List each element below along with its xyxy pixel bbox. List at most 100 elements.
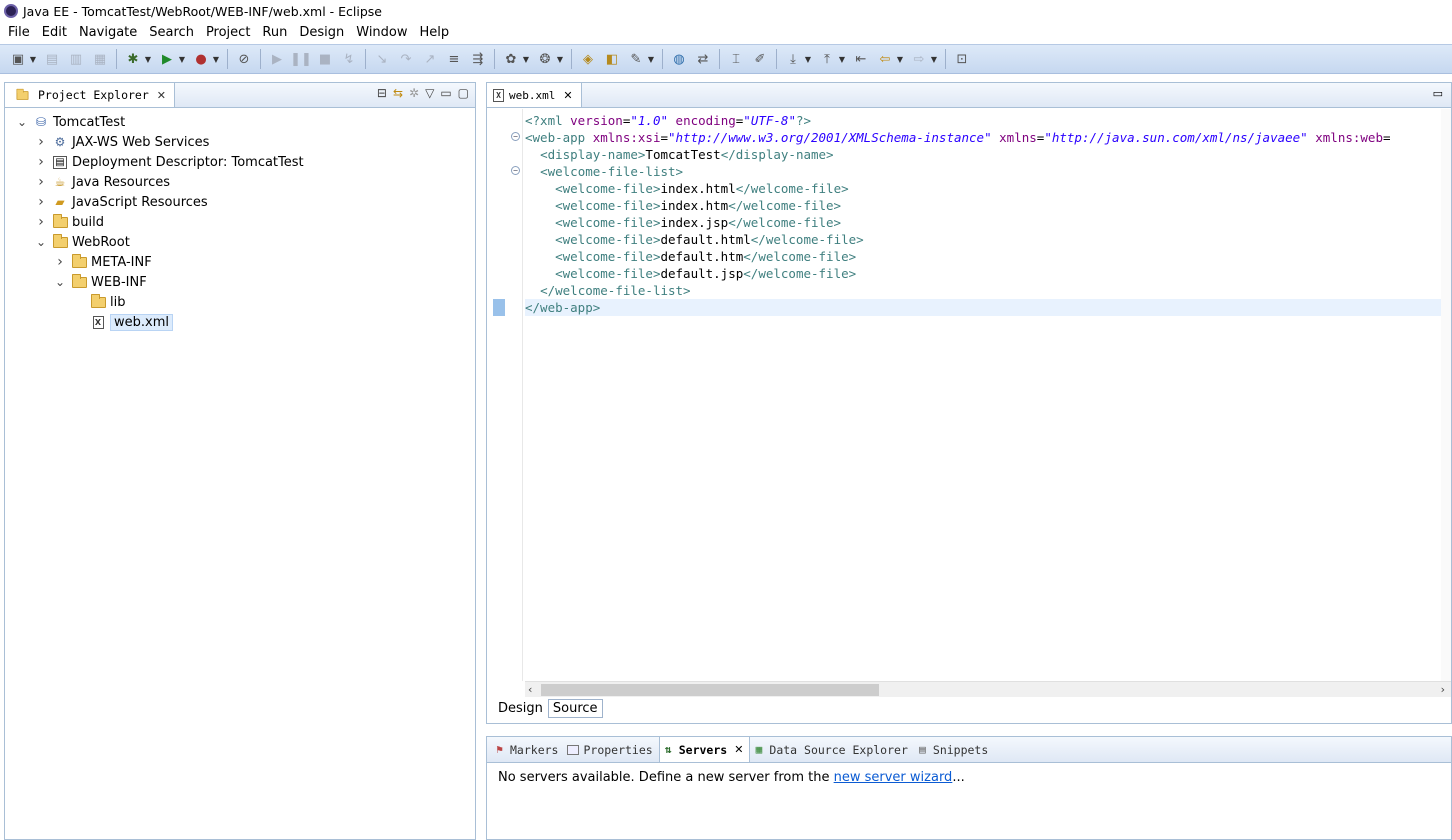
- open-folder-icon[interactable]: ◧: [602, 49, 622, 69]
- filter-icon[interactable]: ✲: [409, 86, 419, 100]
- tree-item[interactable]: lib: [5, 292, 475, 312]
- menu-edit[interactable]: Edit: [36, 25, 73, 40]
- tree-item[interactable]: › ☕ Java Resources: [5, 172, 475, 192]
- vertical-scrollbar[interactable]: [1441, 109, 1451, 681]
- tab-properties[interactable]: Properties: [564, 737, 658, 762]
- new-java-class-dropdown-icon[interactable]: ▼: [555, 49, 565, 69]
- collapse-arrow-icon[interactable]: ›: [34, 174, 48, 190]
- menu-run[interactable]: Run: [256, 25, 293, 40]
- tab-design[interactable]: Design: [493, 699, 548, 718]
- forward-icon[interactable]: ⇨: [909, 49, 929, 69]
- maximize-icon[interactable]: ▭: [1433, 87, 1443, 100]
- new-dropdown-icon[interactable]: ▼: [28, 49, 38, 69]
- close-icon[interactable]: ✕: [157, 89, 166, 102]
- last-edit-location-icon[interactable]: ⇤: [851, 49, 871, 69]
- menu-project[interactable]: Project: [200, 25, 256, 40]
- toggle-breadcrumb-icon[interactable]: ⌶: [726, 49, 746, 69]
- collapse-arrow-icon[interactable]: ›: [34, 154, 48, 170]
- resume-icon[interactable]: ▶: [267, 49, 287, 69]
- code-lines[interactable]: <?xml version="1.0" encoding="UTF-8"?> − <…: [493, 112, 1445, 316]
- disconnect-icon[interactable]: ↯: [339, 49, 359, 69]
- pin-editor-icon[interactable]: ⊡: [952, 49, 972, 69]
- collapse-arrow-icon[interactable]: ›: [34, 194, 48, 210]
- back-dropdown-icon[interactable]: ▼: [895, 49, 905, 69]
- fold-toggle-icon[interactable]: −: [511, 132, 520, 141]
- minimize-icon[interactable]: ▭: [440, 86, 451, 100]
- expand-arrow-icon[interactable]: ⌄: [34, 236, 48, 248]
- run-dropdown-icon[interactable]: ▼: [177, 49, 187, 69]
- editor-tab-web-xml[interactable]: X web.xml ✕: [487, 83, 582, 107]
- run-server-icon[interactable]: ●: [191, 49, 211, 69]
- toggle-mark-icon[interactable]: ⇄: [693, 49, 713, 69]
- tree-item[interactable]: ⌄ WebRoot: [5, 232, 475, 252]
- new-server-wizard-link[interactable]: new server wizard: [834, 770, 953, 785]
- collapse-arrow-icon[interactable]: ›: [34, 134, 48, 150]
- link-with-editor-icon[interactable]: ⇆: [393, 86, 403, 100]
- drop-to-frame-icon[interactable]: ⇶: [468, 49, 488, 69]
- open-type-icon[interactable]: ◈: [578, 49, 598, 69]
- scroll-left-icon[interactable]: ‹: [528, 683, 532, 696]
- tab-servers[interactable]: ⇅ Servers ✕: [658, 737, 751, 762]
- tab-source[interactable]: Source: [547, 699, 603, 718]
- view-menu-icon[interactable]: ▽: [425, 86, 434, 100]
- menu-design[interactable]: Design: [293, 25, 350, 40]
- step-return-icon[interactable]: ↗: [420, 49, 440, 69]
- code-line[interactable]: <welcome-file>default.html</welcome-file…: [525, 231, 1445, 248]
- terminate-icon[interactable]: ■: [315, 49, 335, 69]
- tree-item[interactable]: Xweb.xml: [5, 312, 475, 332]
- maximize-icon[interactable]: ▢: [458, 86, 469, 100]
- tab-data-source-explorer[interactable]: ▦ Data Source Explorer: [750, 737, 913, 762]
- horizontal-scrollbar[interactable]: ‹ ›: [525, 681, 1451, 697]
- tree-item[interactable]: › ▤ Deployment Descriptor: TomcatTest: [5, 152, 475, 172]
- menu-help[interactable]: Help: [414, 25, 456, 40]
- code-area[interactable]: <?xml version="1.0" encoding="UTF-8"?> − <…: [487, 109, 1451, 681]
- code-line[interactable]: </welcome-file-list>: [525, 282, 1445, 299]
- project-explorer-tab[interactable]: Project Explorer ✕: [5, 83, 175, 107]
- collapse-all-icon[interactable]: ⊟: [377, 86, 387, 100]
- save-all-icon[interactable]: ▥: [66, 49, 86, 69]
- tree-item[interactable]: › META-INF: [5, 252, 475, 272]
- code-line[interactable]: <welcome-file>index.jsp</welcome-file>: [525, 214, 1445, 231]
- tab-snippets[interactable]: ▤ Snippets: [914, 737, 994, 762]
- new-web-service-dropdown-icon[interactable]: ▼: [521, 49, 531, 69]
- save-icon[interactable]: ▤: [42, 49, 62, 69]
- next-annotation-icon[interactable]: ⤓: [783, 49, 803, 69]
- toggle-highlight-icon[interactable]: ✐: [750, 49, 770, 69]
- print-icon[interactable]: ▦: [90, 49, 110, 69]
- back-icon[interactable]: ⇦: [875, 49, 895, 69]
- run-icon[interactable]: ▶: [157, 49, 177, 69]
- expand-arrow-icon[interactable]: ⌄: [15, 116, 29, 128]
- tree-item[interactable]: › ⚙ JAX-WS Web Services: [5, 132, 475, 152]
- debug-dropdown-icon[interactable]: ▼: [143, 49, 153, 69]
- close-icon[interactable]: ✕: [563, 89, 572, 102]
- use-step-filters-icon[interactable]: ≡: [444, 49, 464, 69]
- menu-search[interactable]: Search: [143, 25, 200, 40]
- new-java-class-icon[interactable]: ❂: [535, 49, 555, 69]
- skip-breakpoints-icon[interactable]: ⊘: [234, 49, 254, 69]
- previous-annotation-dropdown-icon[interactable]: ▼: [837, 49, 847, 69]
- suspend-icon[interactable]: ❚❚: [290, 49, 312, 69]
- menu-window[interactable]: Window: [350, 25, 413, 40]
- tree-item[interactable]: ⌄ WEB-INF: [5, 272, 475, 292]
- code-line[interactable]: <?xml version="1.0" encoding="UTF-8"?>: [525, 112, 1445, 129]
- code-line[interactable]: <welcome-file>default.htm</welcome-file>: [525, 248, 1445, 265]
- tree-item[interactable]: › build: [5, 212, 475, 232]
- step-over-icon[interactable]: ↷: [396, 49, 416, 69]
- expand-arrow-icon[interactable]: ⌄: [53, 276, 67, 288]
- globe-icon[interactable]: ◍: [669, 49, 689, 69]
- code-line[interactable]: </web-app>: [493, 299, 1445, 316]
- tree-item[interactable]: ⌄ ⛁ TomcatTest: [5, 112, 475, 132]
- tree-item[interactable]: › ▰ JavaScript Resources: [5, 192, 475, 212]
- new-icon[interactable]: ▣: [8, 49, 28, 69]
- menu-file[interactable]: File: [2, 25, 36, 40]
- close-icon[interactable]: ✕: [734, 743, 743, 756]
- previous-annotation-icon[interactable]: ⤒: [817, 49, 837, 69]
- code-line[interactable]: <display-name>TomcatTest</display-name>: [525, 146, 1445, 163]
- forward-dropdown-icon[interactable]: ▼: [929, 49, 939, 69]
- fold-toggle-icon[interactable]: −: [511, 166, 520, 175]
- code-line[interactable]: <welcome-file>default.jsp</welcome-file>: [525, 265, 1445, 282]
- scroll-right-icon[interactable]: ›: [1441, 683, 1445, 696]
- collapse-arrow-icon[interactable]: ›: [34, 214, 48, 230]
- run-server-dropdown-icon[interactable]: ▼: [211, 49, 221, 69]
- tab-markers[interactable]: ⚑ Markers: [491, 737, 564, 762]
